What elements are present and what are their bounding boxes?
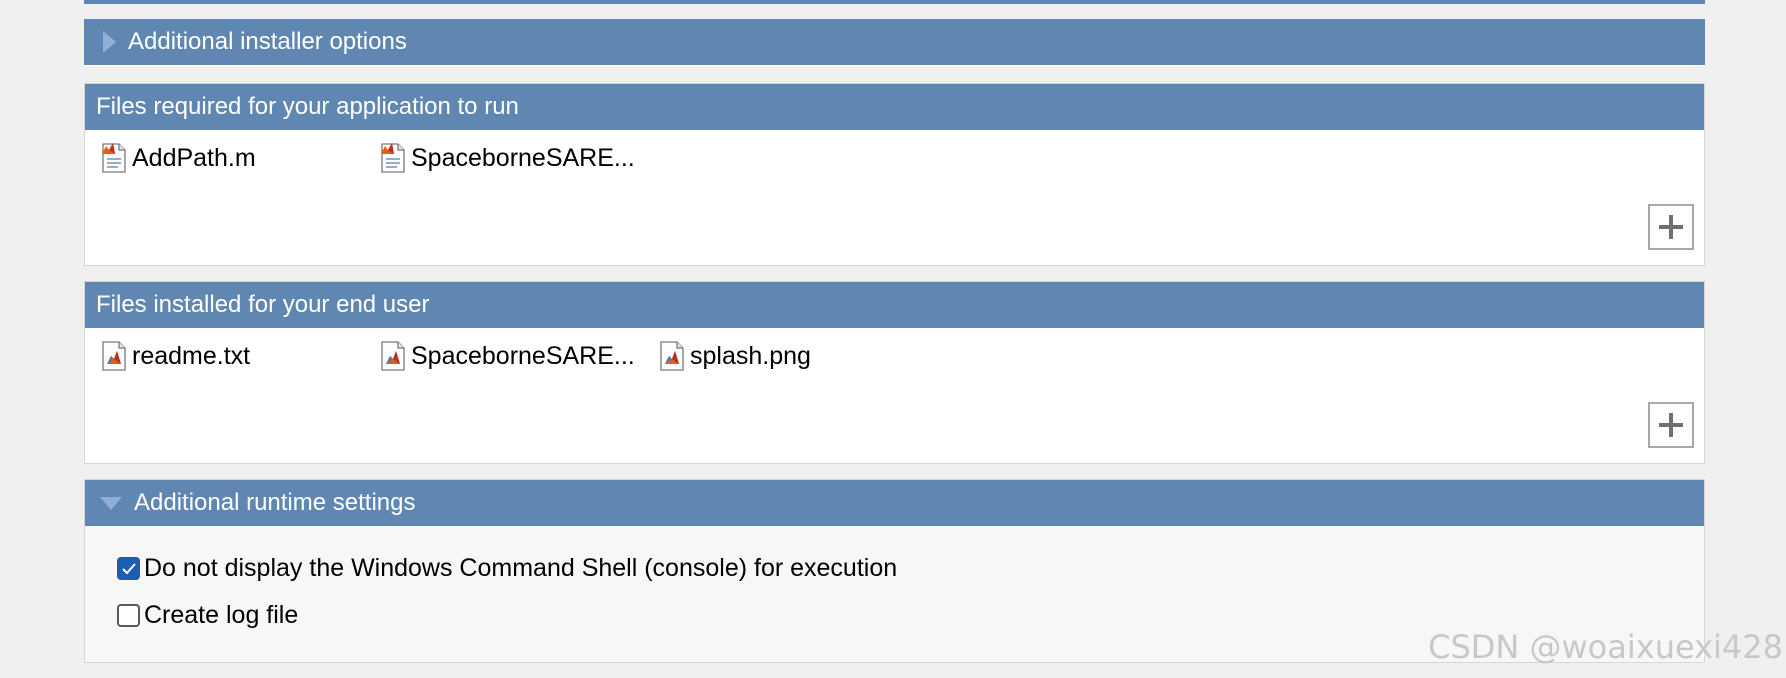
installer-options-title: Additional installer options xyxy=(128,28,407,55)
file-label: SpaceborneSARE... xyxy=(411,143,635,172)
installed-files-list: readme.txt SpaceborneSARE... splash.png xyxy=(85,328,1704,463)
create-log-checkbox[interactable] xyxy=(117,604,140,627)
checkmark-icon xyxy=(121,562,136,574)
file-label: SpaceborneSARE... xyxy=(411,341,635,370)
file-label: AddPath.m xyxy=(132,143,256,172)
required-files-header: Files required for your application to r… xyxy=(85,84,1704,130)
app-compiler-page: Additional installer options Files requi… xyxy=(0,0,1786,678)
plus-icon xyxy=(1659,413,1683,437)
create-log-option[interactable]: Create log file xyxy=(117,601,298,630)
file-item-addpath[interactable]: AddPath.m xyxy=(100,140,256,176)
expand-arrow-icon[interactable] xyxy=(103,31,116,53)
no-console-option[interactable]: Do not display the Windows Command Shell… xyxy=(117,554,897,583)
file-item-readme[interactable]: readme.txt xyxy=(100,338,250,374)
installed-files-title: Files installed for your end user xyxy=(96,291,430,318)
watermark: CSDN @woaixuexi428 xyxy=(1428,628,1783,666)
create-log-label: Create log file xyxy=(144,601,299,629)
file-item-splash[interactable]: splash.png xyxy=(658,338,811,374)
file-item-spaceborne-installed[interactable]: SpaceborneSARE... xyxy=(379,338,635,374)
matlab-file-icon xyxy=(660,341,684,371)
add-required-file-button[interactable] xyxy=(1648,204,1694,250)
file-label: splash.png xyxy=(690,341,811,370)
add-installed-file-button[interactable] xyxy=(1648,402,1694,448)
plus-icon xyxy=(1659,215,1683,239)
no-console-checkbox[interactable] xyxy=(117,557,140,580)
installed-files-panel: Files installed for your end user readme… xyxy=(84,281,1705,464)
required-files-title: Files required for your application to r… xyxy=(96,93,519,120)
required-files-panel: Files required for your application to r… xyxy=(84,83,1705,266)
installer-options-panel: Additional installer options xyxy=(84,19,1705,66)
no-console-label: Do not display the Windows Command Shell… xyxy=(144,554,898,582)
runtime-settings-header[interactable]: Additional runtime settings xyxy=(85,480,1704,526)
file-label: readme.txt xyxy=(132,341,251,370)
installed-files-header: Files installed for your end user xyxy=(85,282,1704,328)
required-files-list: AddPath.m SpaceborneSARE... xyxy=(85,130,1704,265)
collapsed-section-bottom-edge xyxy=(84,0,1705,4)
m-file-icon xyxy=(381,143,405,173)
file-item-spaceborne-main[interactable]: SpaceborneSARE... xyxy=(379,140,635,176)
runtime-settings-title: Additional runtime settings xyxy=(134,489,416,516)
installer-options-header[interactable]: Additional installer options xyxy=(84,19,1705,65)
matlab-file-icon xyxy=(381,341,405,371)
collapse-arrow-icon[interactable] xyxy=(100,496,122,510)
m-file-icon xyxy=(102,143,126,173)
matlab-file-icon xyxy=(102,341,126,371)
